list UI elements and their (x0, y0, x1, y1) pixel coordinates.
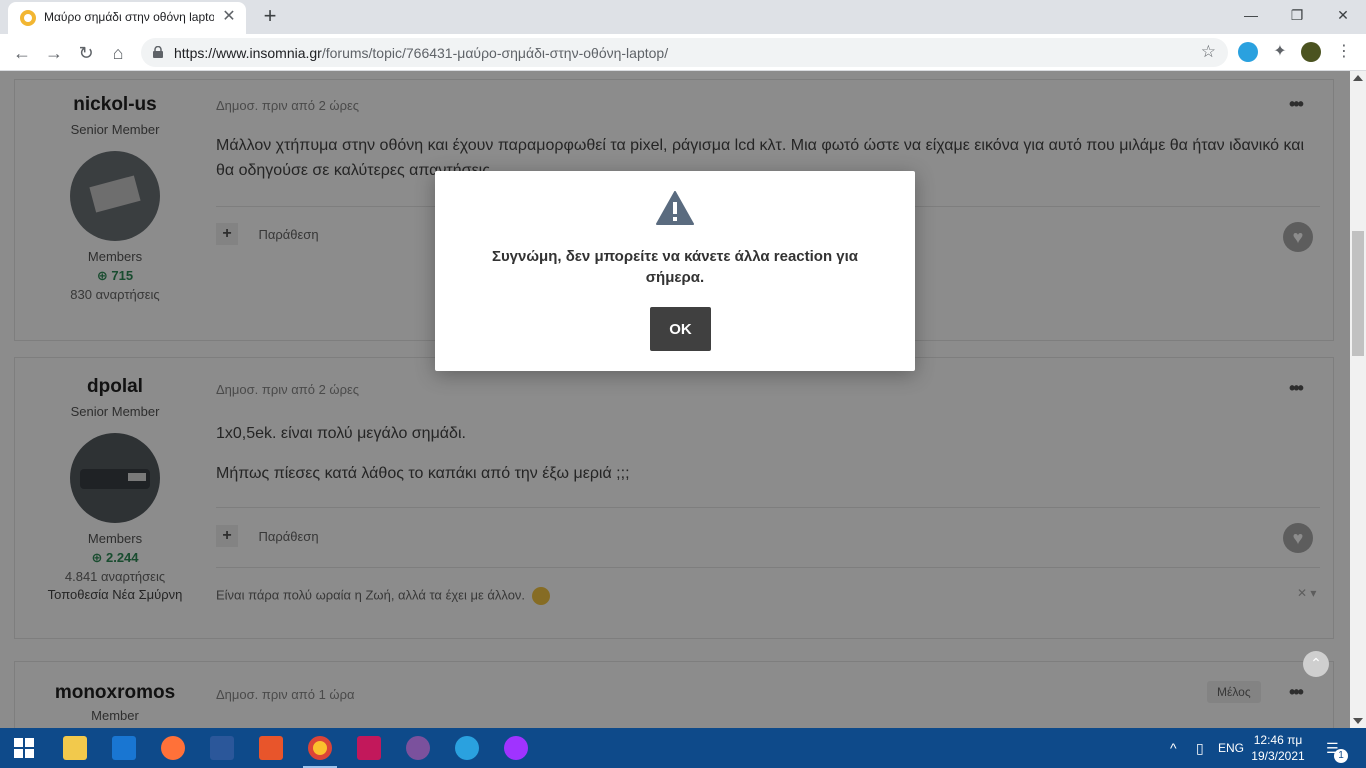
restore-button[interactable]: ❐ (1274, 0, 1320, 30)
url-text: https://www.insomnia.gr/forums/topic/766… (174, 45, 669, 61)
windows-taskbar: ^ ▯ ENG 12:46 πμ 19/3/2021 ☰ 1 (0, 728, 1366, 768)
viber-icon[interactable] (406, 736, 430, 760)
browser-tab-strip: Μαύρο σημάδι στην οθόνη laptop ✕ + — ❐ ✕ (0, 0, 1366, 34)
scroll-down-icon[interactable] (1353, 718, 1363, 724)
windows-start-icon[interactable] (14, 738, 34, 758)
chrome-icon[interactable] (308, 736, 332, 760)
app-icon[interactable] (259, 736, 283, 760)
window-close-button[interactable]: ✕ (1320, 0, 1366, 30)
address-bar[interactable]: https://www.insomnia.gr/forums/topic/766… (141, 38, 1228, 67)
reaction-limit-dialog: Συγνώμη, δεν μπορείτε να κάνετε άλλα rea… (435, 171, 915, 371)
app-icon[interactable] (357, 736, 381, 760)
mail-icon[interactable] (112, 736, 136, 760)
extensions-puzzle-icon[interactable]: ✦ (1270, 42, 1290, 62)
profile-avatar[interactable] (1301, 42, 1321, 62)
scroll-to-top-icon[interactable]: ⌃ (1303, 651, 1329, 677)
file-explorer-icon[interactable] (63, 736, 87, 760)
browser-menu-icon[interactable]: ⋮ (1334, 42, 1354, 62)
word-icon[interactable] (210, 736, 234, 760)
dialog-message: Συγνώμη, δεν μπορείτε να κάνετε άλλα rea… (491, 248, 859, 286)
new-tab-button[interactable]: + (258, 5, 282, 29)
tab-title: Μαύρο σημάδι στην οθόνη laptop (44, 10, 214, 24)
site-favicon-icon (20, 10, 36, 26)
modal-backdrop[interactable] (0, 71, 1350, 728)
browser-toolbar: ← → ↻ ⌂ https://www.insomnia.gr/forums/t… (0, 34, 1366, 71)
lock-icon (153, 46, 163, 58)
firefox-icon[interactable] (161, 736, 185, 760)
battery-icon[interactable]: ▯ (1196, 728, 1204, 768)
minimize-button[interactable]: — (1228, 0, 1274, 30)
ok-button[interactable]: OK (650, 307, 711, 351)
telegram-icon[interactable] (455, 736, 479, 760)
scroll-up-icon[interactable] (1353, 75, 1363, 81)
tab-close-icon[interactable]: ✕ (220, 8, 238, 26)
back-arrow-icon[interactable]: ← (8, 39, 36, 67)
system-clock[interactable]: 12:46 πμ 19/3/2021 (1248, 732, 1308, 764)
reload-icon[interactable]: ↻ (72, 39, 100, 67)
bookmark-star-icon[interactable]: ☆ (1201, 42, 1216, 62)
page-scrollbar[interactable] (1350, 71, 1366, 728)
language-indicator[interactable]: ENG (1218, 728, 1244, 768)
home-icon[interactable]: ⌂ (104, 39, 132, 67)
telegram-extension-icon[interactable] (1238, 42, 1258, 62)
warning-icon (656, 191, 694, 225)
messenger-icon[interactable] (504, 736, 528, 760)
tray-expand-icon[interactable]: ^ (1170, 728, 1177, 768)
browser-tab-active[interactable]: Μαύρο σημάδι στην οθόνη laptop ✕ (8, 2, 246, 34)
forward-arrow-icon[interactable]: → (40, 39, 68, 67)
notification-count-badge: 1 (1334, 749, 1348, 763)
scrollbar-thumb[interactable] (1352, 231, 1364, 356)
